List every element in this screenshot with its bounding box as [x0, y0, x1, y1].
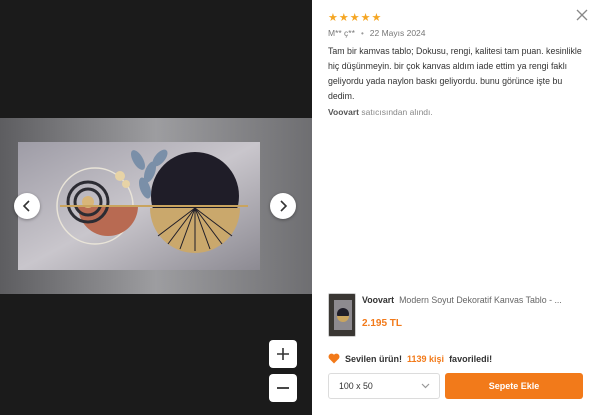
- favorite-count: 1139 kişi: [407, 353, 445, 364]
- add-to-cart-button[interactable]: Sepete Ekle: [445, 373, 583, 399]
- product-thumbnail[interactable]: [328, 293, 356, 337]
- rating-stars: ★ ★ ★ ★ ★: [328, 12, 381, 24]
- product-price: 2.195 TL: [362, 318, 403, 329]
- meta-separator: •: [360, 28, 364, 38]
- heart-icon: [328, 353, 340, 364]
- favorite-suffix: favoriledi!: [449, 353, 493, 364]
- plus-icon: [277, 348, 289, 360]
- chevron-right-icon: [280, 200, 288, 212]
- review-photo: [0, 118, 312, 294]
- star-icon: ★: [338, 11, 349, 24]
- size-value: 100 x 50: [339, 381, 373, 391]
- size-dropdown[interactable]: 100 x 50: [328, 373, 440, 399]
- review-text: Tam bir kamvas tablo; Dokusu, rengi, kal…: [328, 46, 582, 101]
- review-date: 22 Mayıs 2024: [369, 28, 426, 38]
- product-card[interactable]: Voovart Modern Soyut Dekoratif Kanvas Tab…: [328, 293, 590, 337]
- zoom-in-button[interactable]: [269, 340, 297, 368]
- star-icon: ★: [349, 11, 360, 24]
- seller-name[interactable]: Voovart: [328, 107, 359, 117]
- chevron-down-icon: [421, 383, 430, 389]
- product-title[interactable]: Voovart Modern Soyut Dekoratif Kanvas Tab…: [362, 295, 562, 305]
- review-meta: M** ç** • 22 Mayıs 2024: [328, 28, 426, 38]
- review-author: M** ç**: [328, 28, 355, 38]
- review-image-modal: ★ ★ ★ ★ ★ M** ç** • 22 Mayıs 2024 Tam bi…: [0, 0, 600, 415]
- star-icon: ★: [360, 11, 371, 24]
- review-panel: ★ ★ ★ ★ ★ M** ç** • 22 Mayıs 2024 Tam bi…: [312, 0, 600, 415]
- next-image-button[interactable]: [270, 193, 296, 219]
- seller-note: Voovart satıcısından alındı.: [328, 107, 433, 117]
- favorite-prefix: Sevilen ürün!: [345, 353, 403, 364]
- minus-icon: [277, 387, 289, 389]
- product-brand: Voovart: [362, 295, 395, 305]
- zoom-out-button[interactable]: [269, 374, 297, 402]
- favorite-info: Sevilen ürün! 1139 kişi favoriledi!: [328, 353, 492, 364]
- star-icon: ★: [328, 11, 338, 24]
- image-gallery: [0, 0, 312, 415]
- close-icon[interactable]: [576, 9, 588, 21]
- star-icon: ★: [371, 11, 382, 24]
- product-name: Modern Soyut Dekoratif Kanvas Tablo - ..…: [399, 295, 562, 305]
- previous-image-button[interactable]: [14, 193, 40, 219]
- chevron-left-icon: [22, 200, 30, 212]
- seller-suffix: satıcısından alındı.: [361, 107, 433, 117]
